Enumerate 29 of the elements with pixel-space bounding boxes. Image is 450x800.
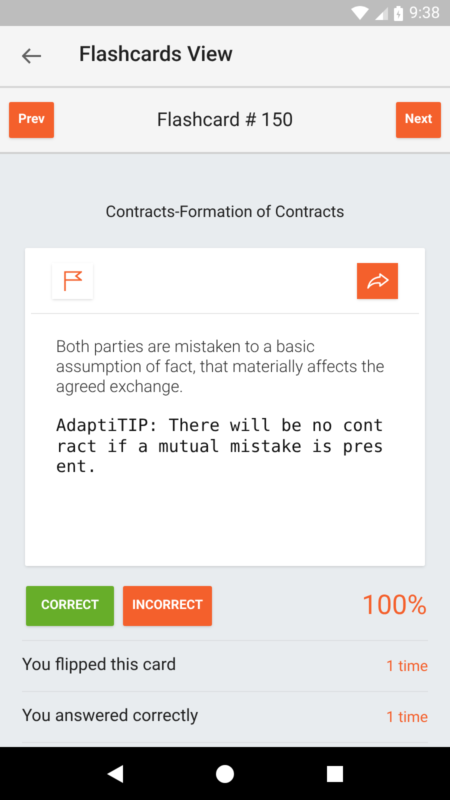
- share-icon: [366, 272, 388, 288]
- incorrect-button[interactable]: INCORRECT: [123, 586, 212, 626]
- nav-recents-button[interactable]: [327, 766, 344, 782]
- signal-icon: [375, 6, 388, 20]
- circle-icon: [216, 764, 234, 782]
- flashcard-number: Flashcard # 150: [156, 106, 294, 133]
- card-topic: Contracts-Formation of Contracts: [106, 201, 344, 223]
- stat-value: 1 time: [386, 706, 428, 728]
- adaptitip-text: AdaptiTIP: There will be no contract if a mutual mistake is present.: [56, 416, 385, 478]
- share-button[interactable]: [357, 262, 398, 298]
- triangle-icon: [106, 764, 123, 782]
- stat-value: 1 time: [386, 656, 428, 677]
- square-icon: [327, 766, 344, 782]
- correct-button[interactable]: CORRECT: [26, 586, 114, 626]
- status-time: 9:38: [409, 2, 440, 24]
- back-arrow-icon: [22, 48, 42, 64]
- card-answer: Both parties are mistaken to a basic assumption of fact, that materially affects the agreed exchange.: [56, 338, 386, 398]
- battery-icon: [394, 6, 404, 20]
- nav-back-button[interactable]: [106, 764, 123, 782]
- flag-button[interactable]: [52, 262, 93, 298]
- score-percentage: 100%: [362, 588, 427, 624]
- nav-home-button[interactable]: [216, 764, 234, 782]
- wifi-icon: [351, 6, 370, 20]
- prev-button[interactable]: Prev: [9, 102, 54, 138]
- flag-icon: [64, 270, 82, 290]
- window-title: Flashcards View: [79, 42, 233, 70]
- next-button[interactable]: Next: [396, 102, 441, 138]
- stat-label: You answered correctly: [22, 705, 198, 728]
- stat-label: You flipped this card: [22, 654, 176, 678]
